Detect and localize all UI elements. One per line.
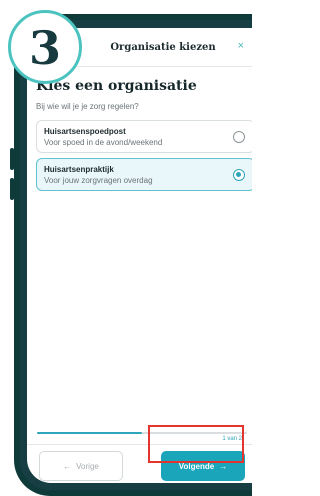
option-title: Huisartsenspoedpost <box>44 127 126 136</box>
radio-button[interactable] <box>233 131 245 143</box>
modal-title: Organisatie kiezen <box>110 42 216 53</box>
option-subtitle: Voor spoed in de avond/weekend <box>44 138 163 147</box>
phone-bezel: Organisatie kiezen × Kies een organisati… <box>20 20 252 490</box>
option-huisartsenpraktijk[interactable]: Huisartsenpraktijk Voor jouw zorgvragen … <box>36 158 252 191</box>
option-subtitle: Voor jouw zorgvragen overdag <box>44 176 153 185</box>
app-screen: Organisatie kiezen × Kies een organisati… <box>27 28 252 483</box>
previous-button[interactable]: ← Vorige <box>39 451 123 481</box>
phone-volume-button <box>10 148 14 170</box>
progress-fill <box>37 432 142 434</box>
previous-button-label: Vorige <box>76 461 99 471</box>
step-number-badge: 3 <box>8 10 82 84</box>
page-subtitle: Bij wie wil je je zorg regelen? <box>36 102 139 111</box>
step-number: 3 <box>28 21 61 75</box>
arrow-left-icon: ← <box>63 461 72 471</box>
option-huisartsenspoedpost[interactable]: Huisartsenspoedpost Voor spoed in de avo… <box>36 120 252 153</box>
option-title: Huisartsenpraktijk <box>44 165 114 174</box>
next-button-highlight <box>148 425 244 463</box>
close-icon[interactable]: × <box>238 40 244 52</box>
phone-volume-button <box>10 178 14 200</box>
radio-button-selected[interactable] <box>233 169 245 181</box>
phone-frame: Organisatie kiezen × Kies een organisati… <box>14 14 252 496</box>
